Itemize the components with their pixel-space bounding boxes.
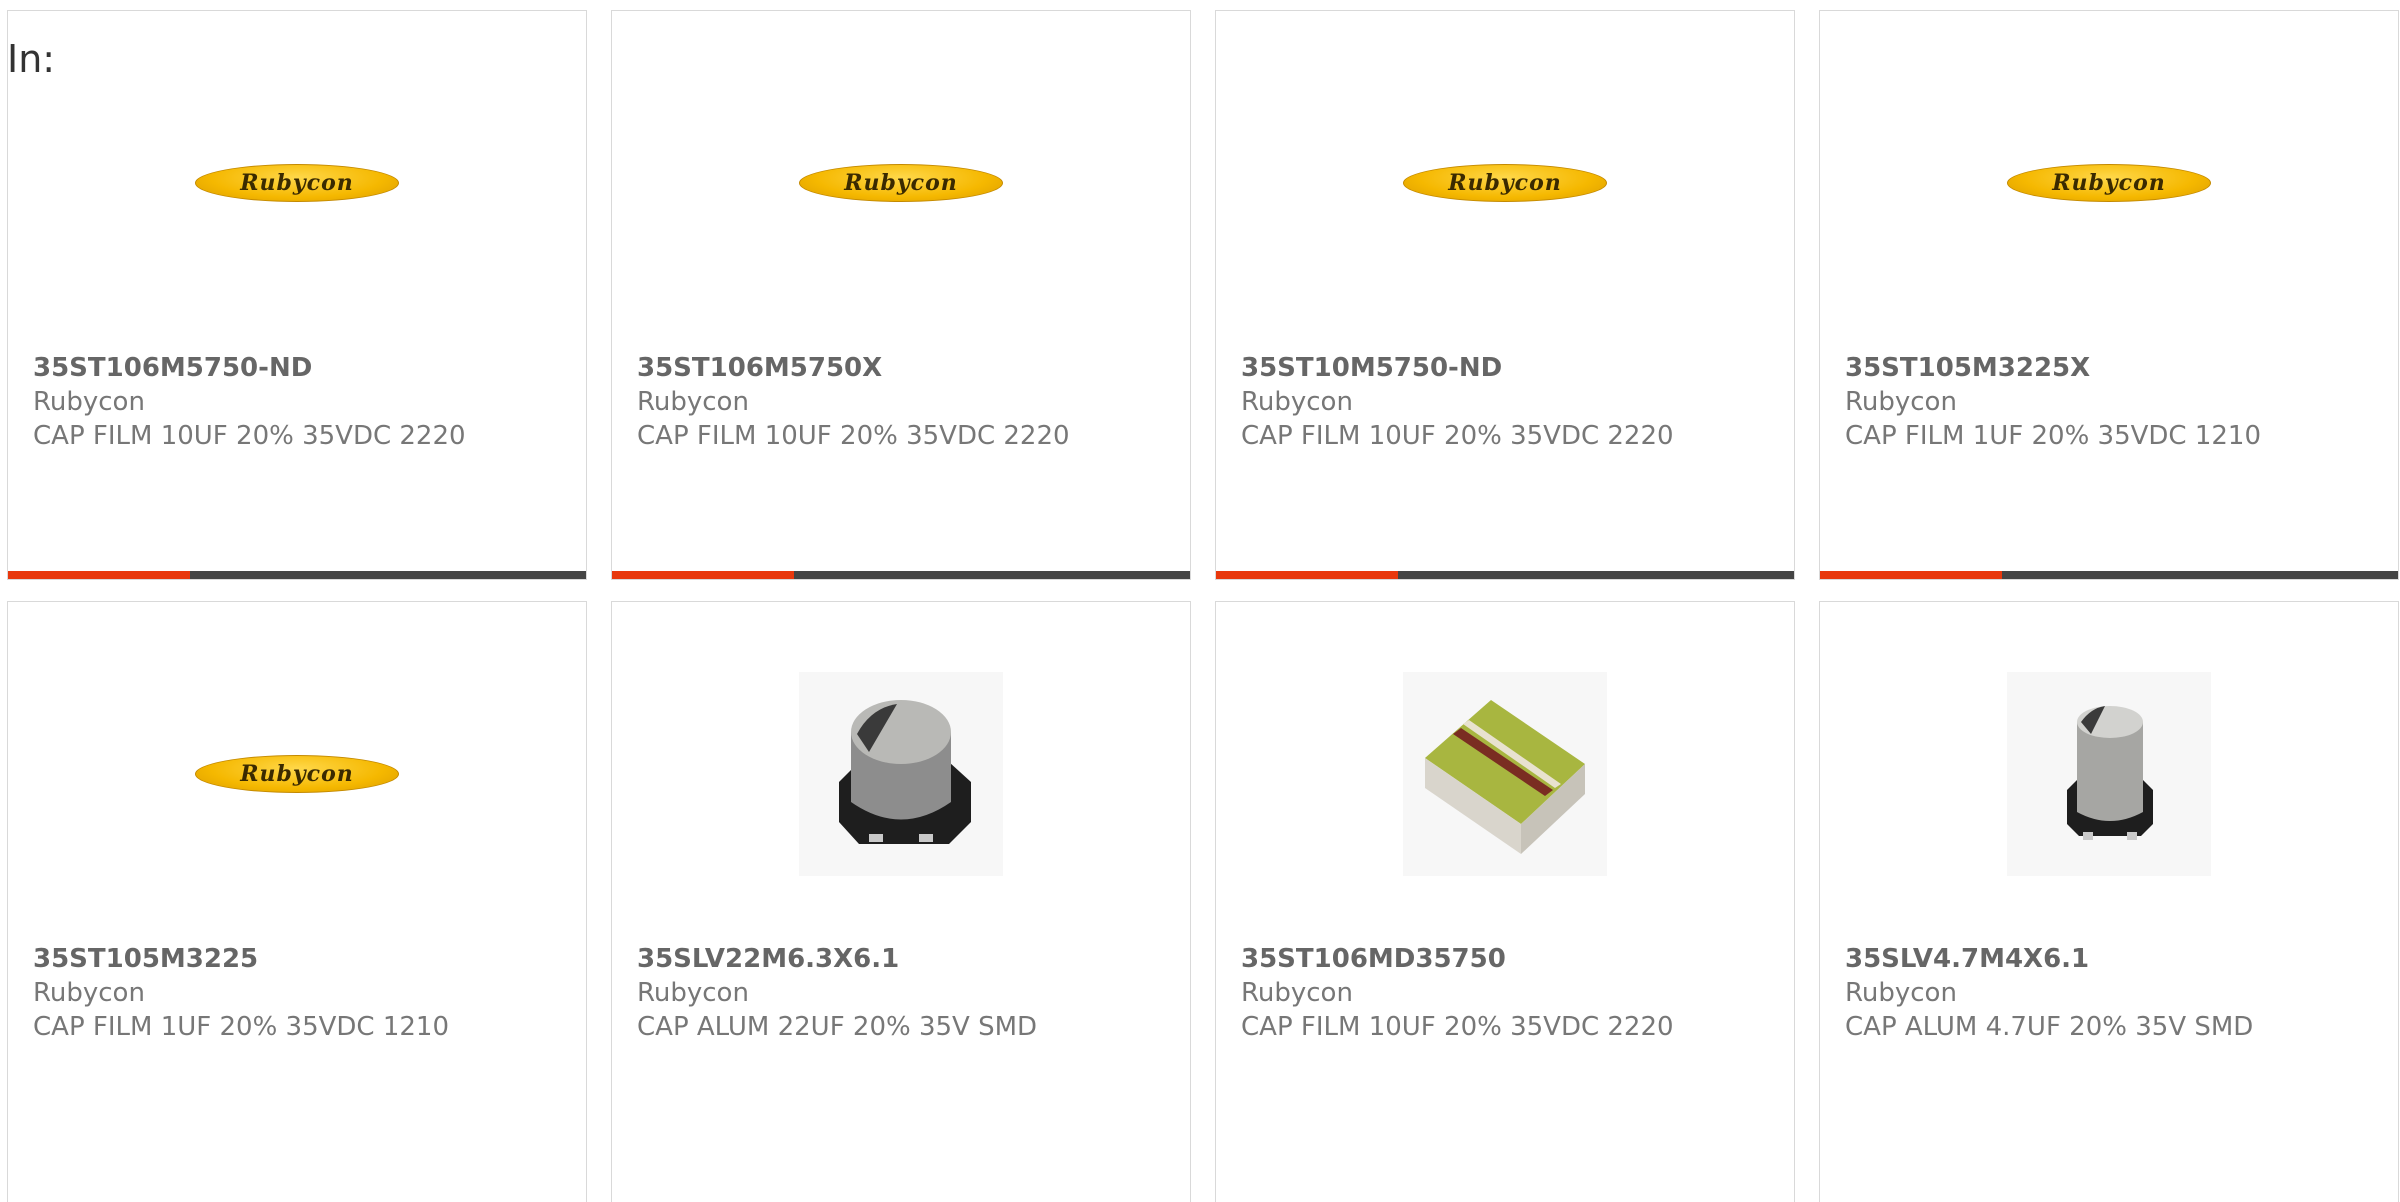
product-card[interactable]: 35SLV22M6.3X6.1 Rubycon CAP ALUM 22UF 20… (611, 601, 1191, 1202)
in-label: In: (7, 37, 56, 81)
card-bottom-bar (1820, 571, 2398, 579)
card-accent-bar (1216, 571, 1398, 579)
product-image[interactable] (799, 672, 1003, 876)
product-image[interactable]: Rubycon (195, 81, 399, 285)
product-image[interactable] (1403, 672, 1607, 876)
description: CAP FILM 10UF 20% 35VDC 2220 (33, 421, 466, 451)
product-grid: Rubycon 35ST106M5750-ND Rubycon CAP FILM… (7, 10, 2400, 1202)
manufacturer: Rubycon (1845, 978, 1957, 1008)
part-number-link[interactable]: 35ST105M3225X (1845, 351, 2261, 385)
product-card[interactable]: 35SLV4.7M4X6.1 Rubycon CAP ALUM 4.7UF 20… (1819, 601, 2399, 1202)
rubycon-logo: Rubycon (195, 164, 399, 202)
card-accent-bar (612, 571, 794, 579)
card-accent-bar (1820, 571, 2002, 579)
product-card[interactable]: Rubycon 35ST105M3225 Rubycon CAP FILM 1U… (7, 601, 587, 1202)
product-image[interactable]: Rubycon (2007, 81, 2211, 285)
part-number-link[interactable]: 35ST106MD35750 (1241, 942, 1674, 976)
card-bottom-bar (8, 571, 586, 579)
rubycon-logo: Rubycon (1403, 164, 1607, 202)
product-card[interactable]: 35ST106MD35750 Rubycon CAP FILM 10UF 20%… (1215, 601, 1795, 1202)
electrolytic-capacitor-icon (799, 672, 1003, 876)
part-number-link[interactable]: 35SLV22M6.3X6.1 (637, 942, 1037, 976)
manufacturer: Rubycon (1241, 387, 1353, 417)
manufacturer: Rubycon (637, 978, 749, 1008)
product-image[interactable]: Rubycon (1403, 81, 1607, 285)
description: CAP FILM 1UF 20% 35VDC 1210 (33, 1012, 450, 1042)
product-card[interactable]: Rubycon 35ST10M5750-ND Rubycon CAP FILM … (1215, 10, 1795, 580)
product-card[interactable]: Rubycon 35ST106M5750X Rubycon CAP FILM 1… (611, 10, 1191, 580)
part-number-link[interactable]: 35SLV4.7M4X6.1 (1845, 942, 2253, 976)
description: CAP FILM 10UF 20% 35VDC 2220 (637, 421, 1070, 451)
part-number-link[interactable]: 35ST106M5750-ND (33, 351, 466, 385)
card-accent-bar (8, 571, 190, 579)
description: CAP FILM 10UF 20% 35VDC 2220 (1241, 421, 1674, 451)
product-card[interactable]: Rubycon 35ST106M5750-ND Rubycon CAP FILM… (7, 10, 587, 580)
product-card[interactable]: Rubycon 35ST105M3225X Rubycon CAP FILM 1… (1819, 10, 2399, 580)
part-number-link[interactable]: 35ST105M3225 (33, 942, 449, 976)
description: CAP ALUM 4.7UF 20% 35V SMD (1845, 1012, 2254, 1042)
film-capacitor-chip-icon (1403, 672, 1607, 876)
part-number-link[interactable]: 35ST106M5750X (637, 351, 1070, 385)
electrolytic-capacitor-icon (2007, 672, 2211, 876)
product-image[interactable]: Rubycon (799, 81, 1003, 285)
manufacturer: Rubycon (33, 387, 145, 417)
product-image[interactable] (2007, 672, 2211, 876)
product-image[interactable]: Rubycon (195, 672, 399, 876)
description: CAP FILM 1UF 20% 35VDC 1210 (1845, 421, 2262, 451)
card-bottom-bar (612, 571, 1190, 579)
manufacturer: Rubycon (33, 978, 145, 1008)
card-bottom-bar (1216, 571, 1794, 579)
manufacturer: Rubycon (1241, 978, 1353, 1008)
rubycon-logo: Rubycon (2007, 164, 2211, 202)
part-number-link[interactable]: 35ST10M5750-ND (1241, 351, 1674, 385)
manufacturer: Rubycon (1845, 387, 1957, 417)
description: CAP ALUM 22UF 20% 35V SMD (637, 1012, 1038, 1042)
description: CAP FILM 10UF 20% 35VDC 2220 (1241, 1012, 1674, 1042)
manufacturer: Rubycon (637, 387, 749, 417)
rubycon-logo: Rubycon (799, 164, 1003, 202)
rubycon-logo: Rubycon (195, 755, 399, 793)
